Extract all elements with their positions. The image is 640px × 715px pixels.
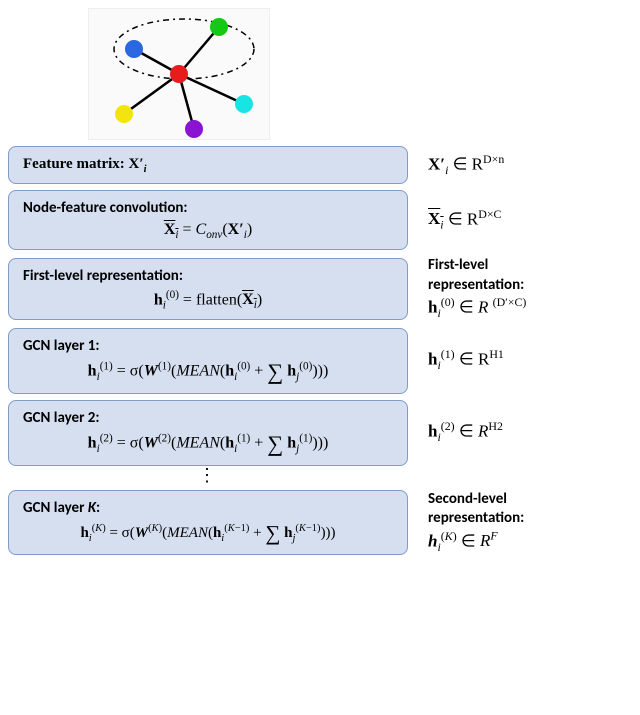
block-feature: Feature matrix: X′i (8, 146, 408, 184)
first-label2: representation: (428, 276, 526, 296)
gcn2-title: GCN layer 2: (23, 409, 393, 427)
block-gcn1: GCN layer 1: hi(1) = σ(W(1)(MEAN(hi(0) +… (8, 328, 408, 394)
row-conv: Node-feature convolution: Xi = Conv(X′i)… (8, 190, 632, 250)
gcnK-formula: hi(K) = σ(W(K)(MEAN(hi(K−1) + ∑ hj(K−1))… (23, 521, 393, 546)
side-feature: X′i ∈ RD×n (428, 152, 504, 179)
conv-title: Node-feature convolution: (23, 199, 393, 217)
side-gcn1: hi(1) ∈ RH1 (428, 347, 504, 374)
feature-title: Feature matrix: X′i (23, 156, 147, 172)
side-gcn2: hi(2) ∈ RH2 (428, 419, 503, 446)
gcn2-formula: hi(2) = σ(W(2)(MEAN(hi(1) + ∑ hj(1)))) (23, 431, 393, 457)
vdots: ⋮ (8, 466, 408, 484)
block-conv: Node-feature convolution: Xi = Conv(X′i) (8, 190, 408, 250)
diagram-container: Feature matrix: X′i X′i ∈ RD×n Node-feat… (8, 8, 632, 555)
gcn1-formula: hi(1) = σ(W(1)(MEAN(hi(0) + ∑ hj(0)))) (23, 359, 393, 385)
block-first: First-level representation: hi(0) = flat… (8, 258, 408, 321)
gcnK-label2: representation: (428, 509, 524, 529)
gcnK-label1: Second-level (428, 490, 524, 510)
row-gcn2: GCN layer 2: hi(2) = σ(W(2)(MEAN(hi(1) +… (8, 400, 632, 466)
conv-formula: Xi = Conv(X′i) (23, 221, 393, 241)
graph-svg (89, 9, 269, 139)
gcnK-title: GCN layer K: (23, 499, 393, 517)
side-first: First-level representation: hi(0) ∈ R (D… (428, 256, 526, 322)
row-first: First-level representation: hi(0) = flat… (8, 256, 632, 322)
first-title: First-level representation: (23, 267, 393, 285)
first-formula: hi(0) = flatten(Xi) (23, 289, 393, 312)
graph-illustration (88, 8, 270, 140)
gcn1-title: GCN layer 1: (23, 337, 393, 355)
row-gcn1: GCN layer 1: hi(1) = σ(W(1)(MEAN(hi(0) +… (8, 328, 632, 394)
first-label1: First-level (428, 256, 526, 276)
row-feature: Feature matrix: X′i X′i ∈ RD×n (8, 146, 632, 184)
block-gcnK: GCN layer K: hi(K) = σ(W(K)(MEAN(hi(K−1)… (8, 490, 408, 555)
row-gcnK: GCN layer K: hi(K) = σ(W(K)(MEAN(hi(K−1)… (8, 490, 632, 556)
side-conv: Xi ∈ RD×C (428, 207, 501, 234)
block-gcn2: GCN layer 2: hi(2) = σ(W(2)(MEAN(hi(1) +… (8, 400, 408, 466)
side-gcnK: Second-level representation: hi(K) ∈ RF (428, 490, 524, 556)
